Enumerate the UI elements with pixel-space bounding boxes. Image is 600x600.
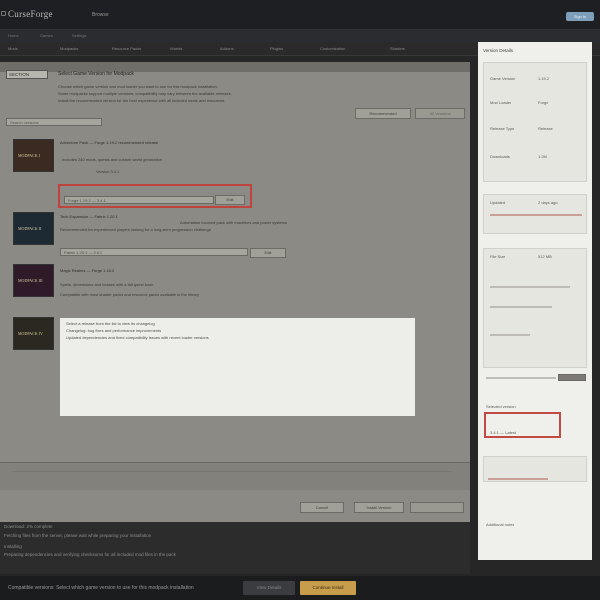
panel-line-3: Updated dependencies and fixed compatibi…: [66, 335, 209, 340]
status-line-4: Preparing dependencies and verifying che…: [4, 552, 176, 557]
modpack-desc-1: Includes 240 mods, quests and custom wor…: [62, 157, 163, 162]
tab-customization[interactable]: Customization: [320, 46, 345, 51]
subnav-settings[interactable]: Settings: [72, 33, 86, 38]
status-line-2: Fetching files from the server, please w…: [4, 533, 152, 538]
app-title[interactable]: CurseForge: [8, 9, 53, 19]
tab-resource-packs[interactable]: Resource Packs: [112, 46, 141, 51]
modpack-thumbnail-3[interactable]: MODPACK III: [13, 264, 54, 297]
modpack-name-1[interactable]: Adventure Pack — Forge 1.19.2 recommende…: [60, 140, 270, 145]
value-game-version: 1.19.2: [538, 76, 550, 81]
label-file-size: File Size: [490, 254, 506, 259]
edit-version-button-2[interactable]: Edit: [250, 248, 286, 258]
modpack-note-3: Compatible with most shader packs and re…: [60, 292, 199, 297]
value-release-type: Release: [538, 126, 553, 131]
tab-all-versions[interactable]: All Versions: [415, 108, 465, 119]
view-details-button[interactable]: View Details: [243, 581, 295, 595]
edit-version-button-1[interactable]: Edit: [215, 195, 245, 205]
version-details-sidebar: Version Details Game Version 1.19.2 Mod …: [478, 42, 592, 560]
version-input-1[interactable]: Forge 1.19.2 — 3.4.1: [64, 196, 214, 204]
selected-version-value[interactable]: 3.4.1 — Latest: [490, 430, 516, 435]
subnav-home[interactable]: Home: [8, 33, 19, 38]
value-downloads: 1.2M: [538, 154, 547, 159]
dialog-footer: [0, 462, 470, 490]
selected-version-label: Selected version: [486, 404, 516, 409]
intro-line-1: Choose which game version and mod loader…: [58, 84, 218, 89]
additional-notes: Additional notes: [486, 522, 515, 527]
tab-plugins[interactable]: Plugins: [270, 46, 283, 51]
tab-addons[interactable]: Addons: [220, 46, 234, 51]
continue-install-button[interactable]: Continue Install: [300, 581, 356, 595]
sign-in-button[interactable]: Sign In: [566, 12, 594, 21]
sidebar-action-button[interactable]: [558, 374, 586, 381]
search-versions-input[interactable]: Search versions: [6, 118, 102, 126]
label-mod-loader: Mod Loader: [490, 100, 512, 105]
panel-line-2: Changelog: bug fixes and performance imp…: [66, 328, 162, 333]
status-line-3: Installing: [4, 544, 22, 549]
modpack-name-3[interactable]: Magic Realms — Forge 1.18.2: [60, 268, 150, 273]
subnav-games[interactable]: Games: [40, 33, 53, 38]
intro-line-2: Some modpacks support multiple versions;…: [58, 91, 232, 96]
top-bar: CurseForge Browse Sign In: [0, 0, 600, 30]
modpack-version-1: Version 3.4.1: [96, 169, 120, 174]
section-label: SECTION: [6, 70, 48, 79]
label-updated: Updated: [490, 200, 506, 205]
dialog-title: Select Game Version for Modpack: [58, 71, 134, 77]
tab-mods[interactable]: Mods: [8, 46, 18, 51]
install-version-button[interactable]: Install Version: [354, 502, 404, 513]
version-input-2[interactable]: Fabric 1.20.1 — 2.0.0: [60, 248, 248, 256]
value-updated: 2 days ago: [538, 200, 558, 205]
tab-recommended[interactable]: Recommended: [355, 108, 411, 119]
status-line-1: Download: 2% complete: [4, 524, 53, 529]
modpack-thumbnail-1[interactable]: MODPACK I: [13, 139, 54, 172]
modpack-desc-2: Automation focused pack with machines an…: [180, 220, 287, 225]
sidebar-title: Version Details: [483, 48, 514, 53]
value-mod-loader: Forge: [538, 100, 549, 105]
modpack-name-2[interactable]: Tech Expansion — Fabric 1.20.1: [60, 214, 180, 219]
changelog-panel[interactable]: Select a release from the list to view i…: [60, 318, 415, 416]
tab-worlds[interactable]: Worlds: [170, 46, 182, 51]
footer-bar: Compatible versions: Select which game v…: [0, 576, 600, 600]
tab-modpacks[interactable]: Modpacks: [60, 46, 78, 51]
modpack-thumbnail-2[interactable]: MODPACK II: [13, 212, 54, 245]
version-dialog: SECTION Select Game Version for Modpack …: [0, 62, 470, 522]
tab-shaders[interactable]: Shaders: [390, 46, 405, 51]
intro-line-3: Install the recommended version for the …: [58, 98, 226, 103]
label-game-version: Game Version: [490, 76, 516, 81]
install-status-area: Download: 2% complete Fetching files fro…: [0, 522, 470, 574]
footer-text: Compatible versions: Select which game v…: [8, 585, 194, 591]
label-downloads: Downloads: [490, 154, 510, 159]
value-file-size: 512 MB: [538, 254, 552, 259]
label-release-type: Release Type: [490, 126, 515, 131]
more-options-button[interactable]: [410, 502, 464, 513]
modpack-thumbnail-4[interactable]: MODPACK IV: [13, 317, 54, 350]
sub-navigation: Home Games Settings: [0, 30, 600, 42]
files-box: [483, 248, 587, 368]
modpack-note-2: Recommended for experienced players look…: [60, 227, 211, 232]
modpack-desc-3: Spells, dimensions and bosses with a ful…: [60, 282, 154, 287]
cancel-button[interactable]: Cancel: [300, 502, 344, 513]
app-logo-icon: [1, 11, 6, 16]
panel-line-1: Select a release from the list to view i…: [66, 321, 155, 326]
browse-link[interactable]: Browse: [92, 12, 109, 18]
